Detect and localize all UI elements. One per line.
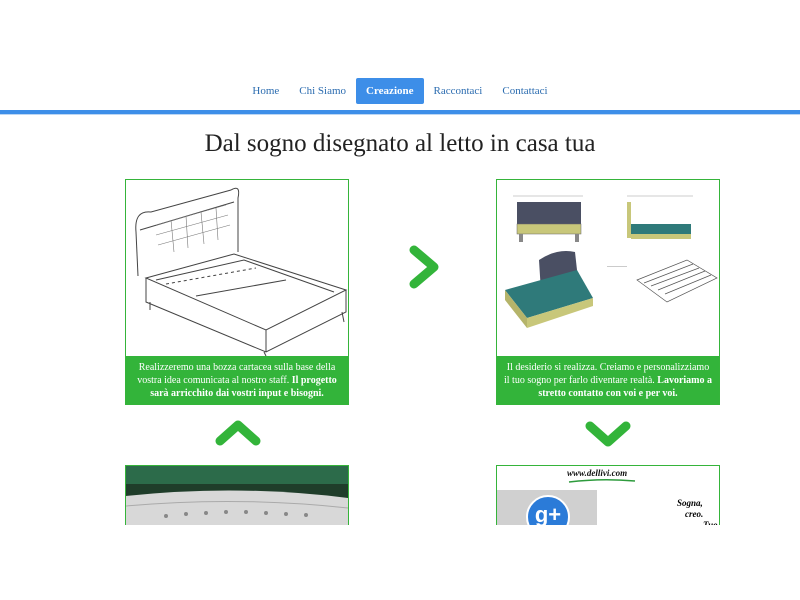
step-design-caption: Il desiderio si realizza. Creiamo e pers… xyxy=(497,356,719,404)
bed-technical-drawing-image: ———— xyxy=(497,180,719,356)
main-nav: Home Chi Siamo Creazione Raccontaci Cont… xyxy=(0,78,800,104)
website-url: www.dellivi.com xyxy=(567,468,628,478)
page-title: Dal sogno disegnato al letto in casa tua xyxy=(204,130,596,157)
slogan-line-2: creo. xyxy=(685,509,704,519)
step-design-card: ———— Il desiderio si realizza. Creiamo e… xyxy=(496,179,720,405)
svg-text:————: ———— xyxy=(607,264,627,270)
nav-chi-siamo[interactable]: Chi Siamo xyxy=(289,78,356,104)
nav-raccontaci[interactable]: Raccontaci xyxy=(424,78,493,104)
chevron-right-icon xyxy=(408,244,442,290)
chevron-up-icon xyxy=(214,417,262,447)
nav-divider-shadow xyxy=(0,114,800,115)
bed-sketch-image xyxy=(126,180,348,356)
slogan-line-1: Sogna, xyxy=(677,498,703,508)
green-swoosh xyxy=(568,478,636,483)
nav-home[interactable]: Home xyxy=(242,78,289,104)
nav-creazione[interactable]: Creazione xyxy=(356,78,424,104)
step-sketch-caption: Realizzeremo una bozza cartacea sulla ba… xyxy=(126,356,348,404)
chevron-down-icon xyxy=(584,420,632,450)
page-bottom xyxy=(0,525,800,600)
step-sketch-card: Realizzeremo una bozza cartacea sulla ba… xyxy=(125,179,349,405)
nav-contattaci[interactable]: Contattaci xyxy=(492,78,557,104)
